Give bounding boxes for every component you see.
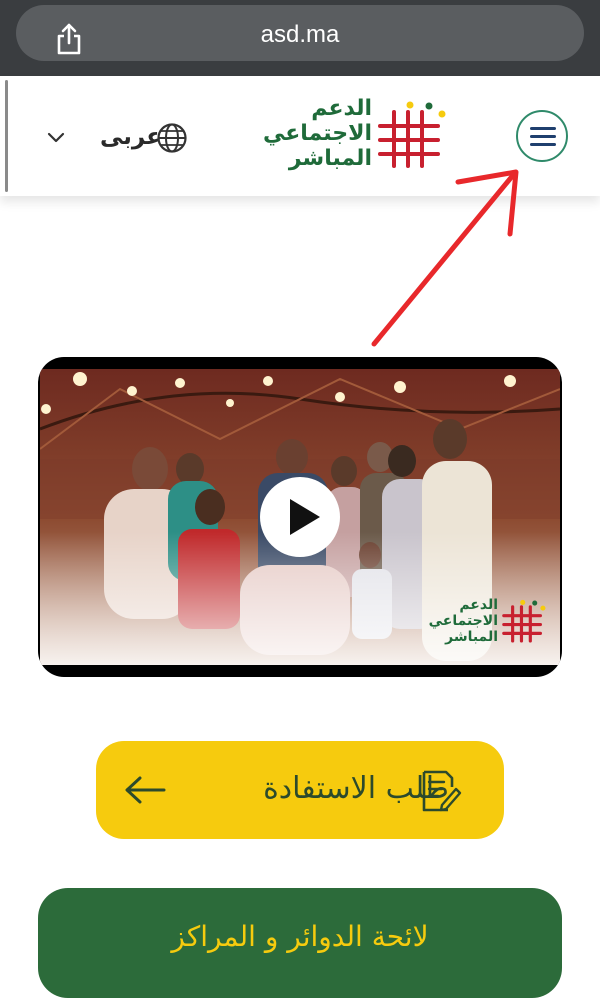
- document-edit-icon: [422, 770, 462, 812]
- language-label[interactable]: عربى: [100, 124, 162, 150]
- scroll-indicator: [5, 80, 8, 192]
- offices-label: لائحة الدوائر و المراكز: [171, 920, 429, 953]
- logo-line-2: الاجتماعي: [262, 121, 372, 146]
- chevron-down-icon[interactable]: [46, 128, 66, 148]
- video-player[interactable]: الدعم الاجتماعي المباشر: [38, 357, 562, 677]
- video-logo-text: الدعم الاجتماعي المباشر: [422, 597, 498, 645]
- logo-text: الدعم الاجتماعي المباشر: [256, 96, 372, 171]
- video-logo-line-2: الاجتماعي: [428, 613, 498, 629]
- play-icon: [290, 499, 320, 535]
- video-watermark-logo: الدعم الاجتماعي المباشر: [422, 597, 548, 653]
- url-text[interactable]: asd.ma: [16, 21, 584, 49]
- globe-icon[interactable]: [156, 122, 188, 154]
- hamburger-menu-icon: [530, 135, 556, 138]
- video-logo-line-1: الدعم: [459, 597, 498, 613]
- logo-line-3: المباشر: [288, 146, 372, 171]
- hamburger-menu-icon: [530, 143, 556, 146]
- apply-button[interactable]: طلب الاستفادة: [96, 741, 504, 839]
- address-bar[interactable]: asd.ma: [16, 5, 584, 61]
- arrow-left-icon: [125, 776, 166, 804]
- logo-line-1: الدعم: [311, 96, 372, 121]
- browser-toolbar: asd.ma: [0, 0, 600, 76]
- hamburger-menu-icon: [530, 127, 556, 130]
- hashtag-logo-icon: [502, 599, 546, 643]
- menu-button[interactable]: [516, 110, 568, 162]
- offices-list-button[interactable]: لائحة الدوائر و المراكز: [38, 888, 562, 998]
- annotation-arrow: [371, 169, 519, 347]
- play-button[interactable]: [260, 477, 340, 557]
- video-logo-line-3: المباشر: [445, 629, 498, 645]
